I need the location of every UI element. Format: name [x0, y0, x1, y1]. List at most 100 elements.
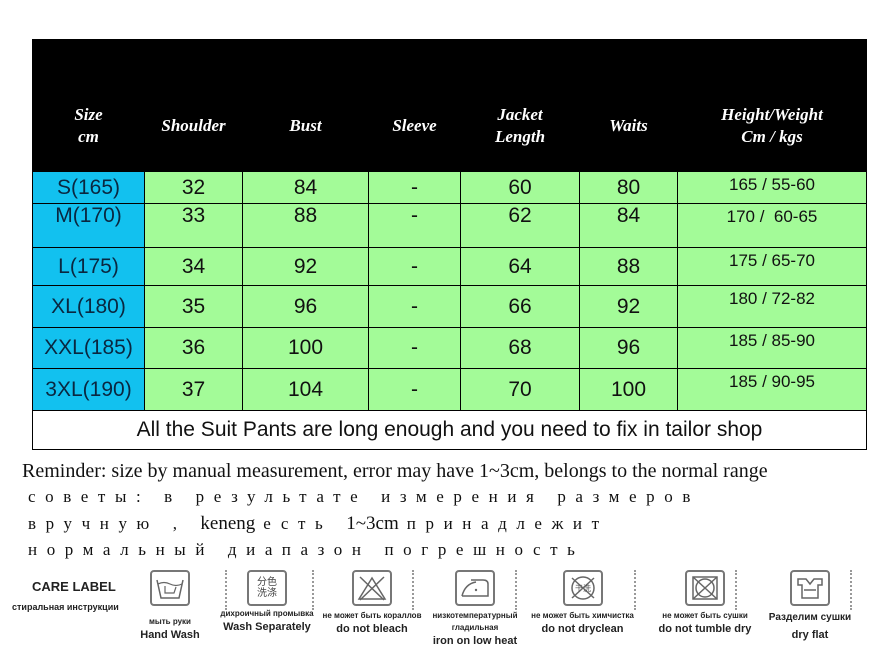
- height-weight-cell: 170 / 60-65: [677, 203, 867, 248]
- jacket-length-cell: 70: [460, 368, 580, 411]
- do-not-dryclean-icon: 干洗: [562, 570, 603, 606]
- care-item-do-not-bleach: не может быть кораллов do not bleach: [322, 570, 422, 636]
- size-chart-table: Size cm Shoulder Bust Sleeve Jacket Leng…: [32, 39, 867, 450]
- header-waist: Waits: [579, 39, 678, 172]
- care-ru-text: низкотемпературный гладильная: [432, 611, 518, 632]
- reminder-russian-line-1: советы: в результате измерения размеров: [28, 487, 700, 506]
- bust-cell: 88: [242, 203, 369, 248]
- reminder-russian-line-2: вручную , keneng есть 1~3cm принадлежит: [28, 513, 609, 535]
- header-jacket-length: Jacket Length: [460, 39, 580, 172]
- jacket-length-cell: 62: [460, 203, 580, 248]
- hand-wash-icon: [150, 570, 190, 606]
- waist-cell: 80: [579, 171, 678, 204]
- care-item-hand-wash: мыть руки Hand Wash: [130, 570, 210, 642]
- size-cell: S(165): [32, 171, 145, 204]
- care-item-do-not-tumble-dry: не может быть сушки do not tumble dry: [650, 570, 760, 636]
- sleeve-cell: -: [368, 368, 461, 411]
- header-height-weight: Height/Weight Cm / kgs: [677, 39, 867, 172]
- table-row: XXL(185) 36 100 - 68 96 185 / 85-90: [32, 327, 867, 369]
- size-cell: XL(180): [32, 285, 145, 328]
- care-divider: [515, 570, 517, 610]
- care-en-text: Hand Wash: [140, 629, 200, 641]
- waist-cell: 88: [579, 247, 678, 286]
- care-item-iron-low-heat: низкотемпературный гладильная iron on lo…: [420, 570, 530, 648]
- bust-cell: 104: [242, 368, 369, 411]
- shoulder-cell: 32: [144, 171, 243, 204]
- care-item-do-not-dryclean: 干洗 не может быть химчистка do not drycle…: [530, 570, 635, 636]
- care-label-subtitle: стиральная инструкции: [12, 602, 119, 612]
- jacket-length-cell: 64: [460, 247, 580, 286]
- waist-cell: 96: [579, 327, 678, 369]
- sleeve-cell: -: [368, 203, 461, 248]
- height-weight-cell: 180 / 72-82: [677, 285, 867, 328]
- wash-separately-glyph: 分色 洗涤: [257, 577, 277, 599]
- shoulder-cell: 33: [144, 203, 243, 248]
- pants-note: All the Suit Pants are long enough and y…: [32, 410, 867, 450]
- care-en-text: iron on low heat: [432, 635, 518, 647]
- size-cell: L(175): [32, 247, 145, 286]
- care-en-text: do not dryclean: [541, 623, 624, 635]
- care-label-section: CARE LABEL стиральная инструкции мыть ру…: [0, 565, 889, 666]
- care-divider: [634, 570, 636, 610]
- care-divider: [312, 570, 314, 610]
- height-weight-cell: 185 / 85-90: [677, 327, 867, 369]
- jacket-length-cell: 68: [460, 327, 580, 369]
- iron-low-heat-icon: [455, 570, 495, 606]
- care-en-text: do not bleach: [336, 623, 408, 635]
- care-ru-text: не может быть кораллов: [322, 611, 422, 620]
- reminder-latin-range: 1~3cm: [346, 513, 399, 534]
- sleeve-cell: -: [368, 285, 461, 328]
- table-row: L(175) 34 92 - 64 88 175 / 65-70: [32, 247, 867, 286]
- waist-cell: 92: [579, 285, 678, 328]
- table-row: S(165) 32 84 - 60 80 165 / 55-60: [32, 171, 867, 204]
- dry-flat-icon: [790, 570, 830, 606]
- svg-text:干洗: 干洗: [575, 583, 591, 593]
- sleeve-cell: -: [368, 247, 461, 286]
- header-row: Size cm Shoulder Bust Sleeve Jacket Leng…: [32, 39, 867, 172]
- shoulder-cell: 37: [144, 368, 243, 411]
- care-ru-text: Разделим сушки: [768, 612, 852, 623]
- sleeve-cell: -: [368, 327, 461, 369]
- care-ru-text: не может быть химчистка: [531, 611, 634, 620]
- height-weight-cell: 165 / 55-60: [677, 171, 867, 204]
- shoulder-cell: 35: [144, 285, 243, 328]
- reminder-latin-keneng: keneng: [200, 513, 256, 534]
- header-bust: Bust: [242, 39, 369, 172]
- height-weight-cell: 175 / 65-70: [677, 247, 867, 286]
- size-cell: 3XL(190): [32, 368, 145, 411]
- care-divider: [412, 570, 414, 610]
- care-divider: [850, 570, 852, 610]
- table-row: 3XL(190) 37 104 - 70 100 185 / 90-95: [32, 368, 867, 411]
- care-item-wash-separately: 分色 洗涤 дихроичный промывка Wash Separatel…: [212, 570, 322, 634]
- waist-cell: 84: [579, 203, 678, 248]
- bust-cell: 92: [242, 247, 369, 286]
- header-size: Size cm: [32, 39, 145, 172]
- do-not-bleach-icon: [352, 570, 392, 606]
- shoulder-cell: 36: [144, 327, 243, 369]
- reminder-ru-2c: принадлежит: [406, 514, 609, 533]
- reminder-ru-2b: есть: [263, 514, 333, 533]
- reminder-ru-2a: вручную ,: [28, 514, 187, 533]
- care-ru-text: не может быть сушки: [662, 611, 748, 620]
- care-divider: [735, 570, 737, 610]
- shoulder-cell: 34: [144, 247, 243, 286]
- size-cell: M(170): [32, 203, 145, 248]
- table-row: M(170) 33 88 - 62 84 170 / 60-65: [32, 203, 867, 248]
- care-en-text: do not tumble dry: [658, 623, 752, 635]
- bust-cell: 100: [242, 327, 369, 369]
- care-en-text: dry flat: [791, 629, 829, 641]
- pants-note-row: All the Suit Pants are long enough and y…: [32, 410, 867, 450]
- care-ru-text: дихроичный промывка: [220, 609, 314, 618]
- care-en-text: Wash Separately: [223, 621, 311, 633]
- do-not-tumble-dry-icon: [685, 570, 725, 606]
- care-label-title: CARE LABEL: [32, 579, 116, 594]
- height-weight-cell: 185 / 90-95: [677, 368, 867, 411]
- jacket-length-cell: 66: [460, 285, 580, 328]
- care-ru-text: мыть руки: [149, 617, 191, 626]
- waist-cell: 100: [579, 368, 678, 411]
- table-row: XL(180) 35 96 - 66 92 180 / 72-82: [32, 285, 867, 328]
- reminder-english: Reminder: size by manual measurement, er…: [22, 460, 768, 482]
- jacket-length-cell: 60: [460, 171, 580, 204]
- header-shoulder: Shoulder: [144, 39, 243, 172]
- sleeve-cell: -: [368, 171, 461, 204]
